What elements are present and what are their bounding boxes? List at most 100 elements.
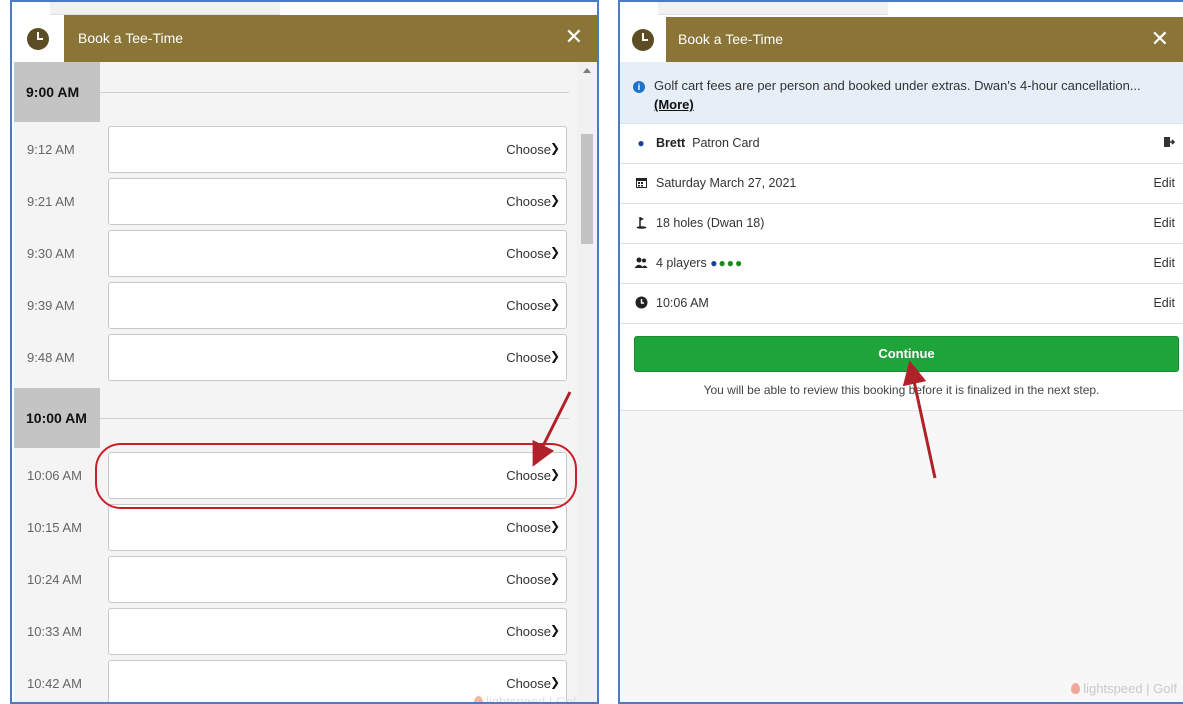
choose-button[interactable]: Choose ❯ bbox=[108, 608, 567, 655]
review-note: You will be able to review this booking … bbox=[703, 383, 1100, 397]
calendar-glyph bbox=[635, 178, 647, 188]
scrollbar-thumb[interactable] bbox=[581, 134, 593, 244]
choose-button[interactable]: Choose ❯ bbox=[108, 556, 567, 603]
clock-glyph bbox=[635, 296, 647, 309]
continue-button[interactable]: Continue bbox=[634, 336, 1179, 372]
content-background: lightspeed | Golf bbox=[620, 410, 1183, 702]
close-icon[interactable]: ✕ bbox=[1151, 26, 1169, 52]
browser-tab bbox=[658, 2, 888, 15]
edit-time-button[interactable]: Edit bbox=[1153, 296, 1175, 310]
tee-time-row: 9:48 AM Choose ❯ bbox=[14, 332, 569, 384]
tee-time-row: 10:24 AM Choose ❯ bbox=[14, 554, 569, 606]
choose-button[interactable]: Choose ❯ bbox=[108, 452, 567, 499]
choose-label: Choose bbox=[506, 676, 551, 691]
chevron-right-icon: ❯ bbox=[549, 519, 560, 533]
tee-time-row: 9:39 AM Choose ❯ bbox=[14, 280, 569, 332]
chevron-right-icon: ❯ bbox=[549, 571, 560, 585]
hour-header: 10:00 AM bbox=[14, 388, 569, 448]
choose-button[interactable]: Choose ❯ bbox=[108, 178, 567, 225]
booking-summary-panel: Book a Tee-Time ✕ i Golf cart fees are p… bbox=[618, 0, 1183, 704]
time-value: 10:06 AM bbox=[656, 296, 709, 310]
tee-time-row: 10:06 AM Choose ❯ bbox=[14, 450, 569, 502]
scroll-up-arrow-icon[interactable] bbox=[583, 68, 591, 73]
dialog-title: Book a Tee-Time bbox=[678, 31, 784, 47]
info-text: Golf cart fees are per person and booked… bbox=[654, 76, 1154, 114]
time-row: 10:06 AM Edit bbox=[620, 284, 1183, 324]
tee-time-label: 9:30 AM bbox=[27, 246, 75, 261]
edit-course-button[interactable]: Edit bbox=[1153, 216, 1175, 230]
choose-button[interactable]: Choose ❯ bbox=[108, 504, 567, 551]
tee-time-label: 10:42 AM bbox=[27, 676, 82, 691]
hour-label: 10:00 AM bbox=[14, 388, 100, 448]
tee-time-row: 10:15 AM Choose ❯ bbox=[14, 502, 569, 554]
dialog-header: Book a Tee-Time ✕ bbox=[14, 15, 597, 62]
player-row: ● Brett Patron Card bbox=[620, 124, 1183, 164]
choose-button[interactable]: Choose ❯ bbox=[108, 126, 567, 173]
players-row: 4 players ●●●● Edit bbox=[620, 244, 1183, 284]
info-message: Golf cart fees are per person and booked… bbox=[654, 78, 1141, 93]
more-link[interactable]: (More) bbox=[654, 97, 694, 112]
hour-label: 9:00 AM bbox=[14, 62, 100, 122]
dialog-header: Book a Tee-Time ✕ bbox=[620, 17, 1183, 62]
divider bbox=[100, 418, 569, 419]
watermark-text: lightspeed | Golf bbox=[486, 694, 580, 704]
chevron-right-icon: ❯ bbox=[549, 467, 560, 481]
choose-button[interactable]: Choose ❯ bbox=[108, 230, 567, 277]
clock-icon bbox=[27, 28, 49, 50]
header-icon-box bbox=[620, 17, 666, 62]
clock-icon bbox=[632, 29, 654, 51]
close-icon[interactable]: ✕ bbox=[565, 24, 583, 50]
dialog-title: Book a Tee-Time bbox=[78, 30, 184, 46]
tee-time-row: 9:21 AM Choose ❯ bbox=[14, 176, 569, 228]
choose-label: Choose bbox=[506, 298, 551, 313]
choose-button[interactable]: Choose ❯ bbox=[108, 334, 567, 381]
tee-time-list-panel: Book a Tee-Time ✕ 9:00 AM 9:12 AM Choose… bbox=[10, 0, 599, 704]
golf-flag-glyph bbox=[636, 217, 646, 229]
player-card: Patron Card bbox=[692, 136, 760, 150]
tee-time-row: 9:12 AM Choose ❯ bbox=[14, 124, 569, 176]
header-icon-box bbox=[14, 15, 64, 62]
scrollbar[interactable] bbox=[577, 62, 597, 702]
sign-out-icon[interactable] bbox=[1163, 136, 1176, 151]
course-value: 18 holes (Dwan 18) bbox=[656, 216, 765, 230]
watermark-text: lightspeed | Golf bbox=[1083, 681, 1177, 696]
tee-time-label: 9:12 AM bbox=[27, 142, 75, 157]
users-icon bbox=[634, 256, 648, 270]
player-name: Brett bbox=[656, 136, 686, 150]
choose-label: Choose bbox=[506, 350, 551, 365]
players-label: 4 players ●●●● bbox=[656, 256, 743, 270]
choose-label: Choose bbox=[506, 520, 551, 535]
chevron-right-icon: ❯ bbox=[549, 623, 560, 637]
tee-time-label: 10:15 AM bbox=[27, 520, 82, 535]
tee-time-row: 9:30 AM Choose ❯ bbox=[14, 228, 569, 280]
tee-time-label: 10:33 AM bbox=[27, 624, 82, 639]
chevron-right-icon: ❯ bbox=[549, 141, 560, 155]
flame-logo-icon bbox=[474, 696, 483, 702]
player-dots: ●●●● bbox=[710, 256, 744, 270]
tee-time-label: 9:39 AM bbox=[27, 298, 75, 313]
sign-out-glyph bbox=[1164, 137, 1176, 147]
tee-time-row: 10:33 AM Choose ❯ bbox=[14, 606, 569, 658]
player-label: Brett Patron Card bbox=[656, 136, 760, 150]
tee-time-list[interactable]: 9:00 AM 9:12 AM Choose ❯ 9:21 AM Choose ❯ … bbox=[14, 62, 597, 702]
edit-date-button[interactable]: Edit bbox=[1153, 176, 1175, 190]
choose-label: Choose bbox=[506, 194, 551, 209]
info-banner: i Golf cart fees are per person and book… bbox=[620, 62, 1183, 124]
tee-time-label: 9:21 AM bbox=[27, 194, 75, 209]
tee-time-label: 10:24 AM bbox=[27, 572, 82, 587]
edit-players-button[interactable]: Edit bbox=[1153, 256, 1175, 270]
course-row: 18 holes (Dwan 18) Edit bbox=[620, 204, 1183, 244]
browser-tab-strip bbox=[12, 2, 597, 15]
bullet-icon: ● bbox=[637, 136, 645, 150]
chevron-right-icon: ❯ bbox=[549, 349, 560, 363]
date-row: Saturday March 27, 2021 Edit bbox=[620, 164, 1183, 204]
chevron-right-icon: ❯ bbox=[549, 193, 560, 207]
lightspeed-watermark: lightspeed | Golf bbox=[474, 694, 580, 704]
choose-button[interactable]: Choose ❯ bbox=[108, 282, 567, 329]
choose-label: Choose bbox=[506, 624, 551, 639]
divider bbox=[100, 92, 569, 93]
golf-flag-icon bbox=[634, 216, 648, 230]
choose-label: Choose bbox=[506, 142, 551, 157]
browser-tab-strip bbox=[620, 2, 1183, 15]
flame-logo-icon bbox=[1071, 683, 1081, 694]
